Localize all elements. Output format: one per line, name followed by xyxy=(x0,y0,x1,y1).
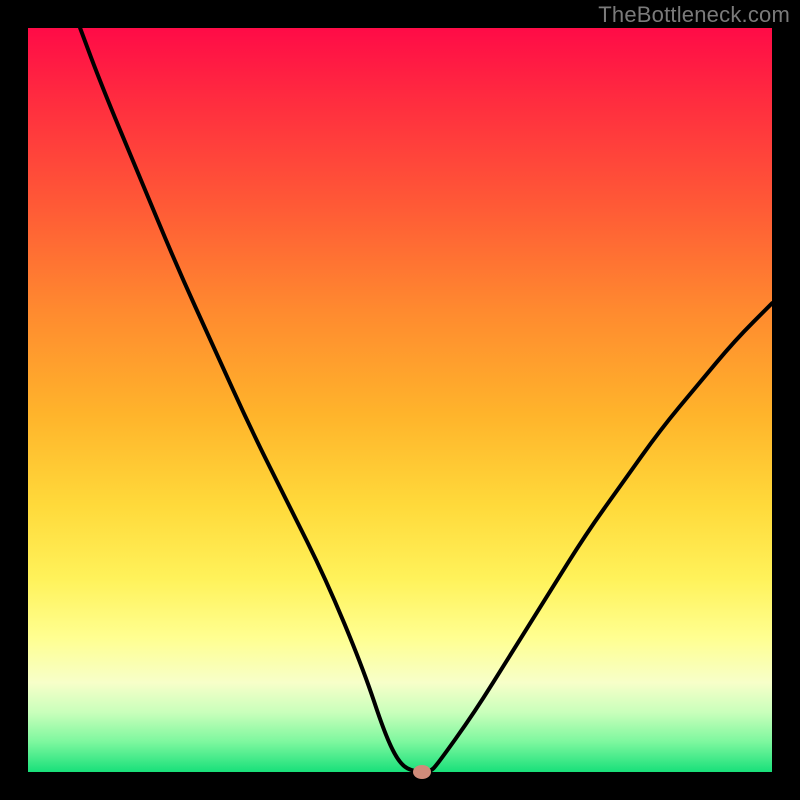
marker-dot xyxy=(413,765,431,779)
chart-frame: TheBottleneck.com xyxy=(0,0,800,800)
plot-area xyxy=(28,28,772,772)
bottleneck-curve-path xyxy=(80,28,772,772)
watermark-text: TheBottleneck.com xyxy=(598,2,790,28)
curve-svg xyxy=(28,28,772,772)
